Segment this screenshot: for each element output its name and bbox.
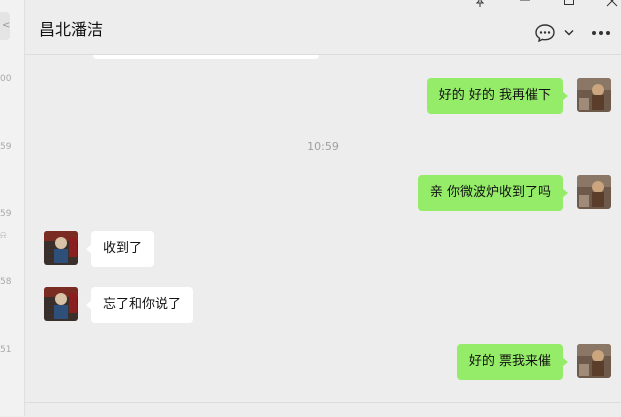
chat-list-strip[interactable]: < 00 59 59 ⍾ 58 51 [0,0,25,416]
pin-icon[interactable] [474,0,486,8]
message-timestamp: 10:59 [307,140,339,153]
chat-list-time: 00 [0,74,12,84]
message-row-them: 忘了和你说了 [25,287,621,323]
chat-list-time: 58 [0,277,12,287]
contact-avatar[interactable] [44,287,78,321]
my-avatar[interactable] [577,344,611,378]
more-icon[interactable] [591,30,611,36]
my-message-bubble[interactable]: 亲 你微波炉收到了吗 [417,175,569,211]
chat-bubble-icon[interactable] [535,24,555,42]
previous-message-fragment [93,55,319,59]
message-row-me: 好的 票我来催 [25,344,621,380]
chat-list-time: 59 [0,209,12,219]
close-icon[interactable] [606,0,618,8]
message-row-them: 收到了 [25,231,621,267]
chevron-down-icon[interactable] [564,29,574,37]
minimize-icon[interactable] [519,0,531,8]
search-box-fragment[interactable]: < [0,12,10,40]
maximize-icon[interactable] [563,0,575,8]
message-row-me: 亲 你微波炉收到了吗 [25,175,621,211]
contact-avatar[interactable] [44,231,78,265]
message-row-me: 好的 好的 我再催下 [25,78,621,114]
mute-bell-icon: ⍾ [0,230,7,241]
contact-message-bubble[interactable]: 收到了 [85,231,155,267]
chat-list-time: 51 [0,345,12,355]
search-icon: < [2,20,11,31]
chat-list-time: 59 [0,142,12,152]
contact-message-bubble[interactable]: 忘了和你说了 [85,287,194,323]
my-avatar[interactable] [577,78,611,112]
message-area[interactable]: 好的 好的 我再催下 10:59 亲 你微波炉收到了吗 收到了 忘了和你说了 好… [25,55,621,402]
chat-header: 昌北潘洁 [25,0,621,55]
input-area-divider [25,402,621,417]
my-message-bubble[interactable]: 好的 票我来催 [456,344,569,380]
chat-title: 昌北潘洁 [39,20,104,39]
my-avatar[interactable] [577,175,611,209]
my-message-bubble[interactable]: 好的 好的 我再催下 [426,78,569,114]
